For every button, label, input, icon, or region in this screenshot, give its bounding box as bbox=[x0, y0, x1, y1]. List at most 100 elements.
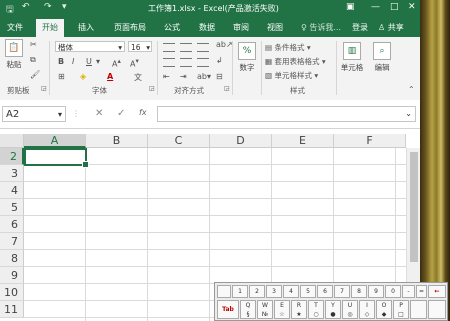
tab-file[interactable]: 文件 bbox=[7, 22, 23, 33]
column-header-c[interactable]: C bbox=[148, 134, 210, 148]
maximize-button[interactable]: □ bbox=[390, 2, 399, 12]
key-0[interactable]: 0 bbox=[385, 285, 401, 298]
align-right-icon[interactable] bbox=[197, 58, 209, 67]
format-painter-icon[interactable]: 🖌 bbox=[30, 70, 40, 79]
key-o[interactable]: O ◆ bbox=[376, 300, 392, 319]
underline-button[interactable]: U bbox=[86, 57, 92, 66]
key-i[interactable]: I ◇ bbox=[359, 300, 375, 319]
key-1[interactable]: 1 bbox=[232, 285, 248, 298]
row-header-3[interactable]: 3 bbox=[0, 165, 24, 182]
copy-icon[interactable]: ⧉ bbox=[30, 55, 36, 65]
key-4[interactable]: 4 bbox=[283, 285, 299, 298]
key-5[interactable]: 5 bbox=[300, 285, 316, 298]
clipboard-launcher-icon[interactable]: ◲ bbox=[41, 85, 47, 92]
backspace-key[interactable]: ← bbox=[428, 285, 446, 298]
column-header-d[interactable]: D bbox=[210, 134, 272, 148]
expand-formula-bar-icon[interactable]: ⌄ bbox=[405, 109, 412, 118]
align-middle-icon[interactable] bbox=[180, 43, 192, 52]
key-6[interactable]: 6 bbox=[317, 285, 333, 298]
formula-input[interactable]: ⌄ bbox=[157, 106, 416, 122]
wrap-text-icon[interactable]: ↲ bbox=[216, 56, 223, 65]
close-button[interactable]: ✕ bbox=[408, 2, 416, 12]
key-equals[interactable]: = bbox=[416, 285, 427, 298]
name-box[interactable]: A2 ▾ bbox=[2, 106, 66, 122]
login-button[interactable]: 登录 bbox=[352, 22, 368, 33]
ribbon-display-options-icon[interactable]: ▣ bbox=[346, 2, 355, 12]
row-header-11[interactable]: 11 bbox=[0, 301, 24, 318]
paste-button[interactable]: 📋 粘贴 bbox=[3, 39, 25, 70]
key-8[interactable]: 8 bbox=[351, 285, 367, 298]
tab-insert[interactable]: 插入 bbox=[78, 22, 94, 33]
tab-page-layout[interactable]: 页面布局 bbox=[114, 22, 146, 33]
row-header-4[interactable]: 4 bbox=[0, 182, 24, 199]
tab-review[interactable]: 审阅 bbox=[233, 22, 249, 33]
column-header-e[interactable]: E bbox=[272, 134, 334, 148]
key-bracket-left[interactable] bbox=[410, 300, 427, 319]
cut-icon[interactable]: ✂ bbox=[30, 40, 37, 49]
row-header-9[interactable]: 9 bbox=[0, 267, 24, 284]
key-q[interactable]: Q § bbox=[240, 300, 256, 319]
cancel-icon[interactable]: ✕ bbox=[95, 108, 103, 119]
phonetic-icon[interactable]: 文 bbox=[134, 72, 142, 83]
align-center-icon[interactable] bbox=[180, 58, 192, 67]
column-header-f[interactable]: F bbox=[334, 134, 406, 148]
row-header-8[interactable]: 8 bbox=[0, 250, 24, 267]
conditional-format-button[interactable]: ▤ 条件格式 ▾ bbox=[265, 42, 311, 53]
key-r[interactable]: R ★ bbox=[291, 300, 307, 319]
decrease-indent-icon[interactable]: ⇤ bbox=[163, 72, 170, 81]
align-top-icon[interactable] bbox=[163, 43, 175, 52]
tell-me-search[interactable]: ♀ 告诉我... bbox=[301, 22, 341, 33]
row-header-6[interactable]: 6 bbox=[0, 216, 24, 233]
insert-function-button[interactable]: fx bbox=[139, 108, 147, 117]
editing-button[interactable]: ⌕ 编辑 bbox=[370, 42, 394, 73]
key-bracket-right[interactable] bbox=[428, 300, 446, 319]
row-header-7[interactable]: 7 bbox=[0, 233, 24, 250]
tab-view[interactable]: 视图 bbox=[267, 22, 283, 33]
key-minus[interactable]: - bbox=[402, 285, 415, 298]
italic-button[interactable]: I bbox=[72, 57, 74, 66]
orientation-dropdown-icon[interactable]: ab▾ bbox=[197, 72, 211, 81]
scrollbar-thumb[interactable] bbox=[410, 152, 418, 262]
tab-formulas[interactable]: 公式 bbox=[164, 22, 180, 33]
column-header-b[interactable]: B bbox=[86, 134, 148, 148]
enter-icon[interactable]: ✓ bbox=[117, 108, 125, 119]
bold-button[interactable]: B bbox=[58, 57, 64, 66]
key-w[interactable]: W № bbox=[257, 300, 273, 319]
key-7[interactable]: 7 bbox=[334, 285, 350, 298]
save-icon[interactable]: 🖫 bbox=[6, 2, 14, 18]
increase-font-icon[interactable]: A▴ bbox=[112, 57, 121, 69]
decrease-font-icon[interactable]: A▾ bbox=[130, 57, 139, 69]
key-9[interactable]: 9 bbox=[368, 285, 384, 298]
tab-data[interactable]: 数据 bbox=[199, 22, 215, 33]
row-header-10[interactable]: 10 bbox=[0, 284, 24, 301]
cells-button[interactable]: ▥ 单元格 bbox=[338, 42, 366, 73]
font-name-select[interactable]: 楷体 ▾ bbox=[55, 41, 125, 52]
undo-icon[interactable]: ↶ bbox=[22, 2, 30, 12]
key-2[interactable]: 2 bbox=[249, 285, 265, 298]
merge-center-icon[interactable]: ⊟ bbox=[216, 72, 223, 81]
font-color-icon[interactable]: A bbox=[107, 72, 113, 81]
alignment-launcher-icon[interactable]: ◲ bbox=[224, 85, 230, 92]
customize-quick-access-icon[interactable]: ▾ bbox=[62, 2, 67, 12]
share-button[interactable]: ♙ 共享 bbox=[378, 22, 404, 33]
font-launcher-icon[interactable]: ◲ bbox=[149, 85, 155, 92]
key-p[interactable]: P □ bbox=[393, 300, 409, 319]
orientation-icon[interactable]: ab↗ bbox=[216, 40, 233, 49]
key-3[interactable]: 3 bbox=[266, 285, 282, 298]
select-all-corner[interactable] bbox=[0, 134, 24, 148]
number-format-button[interactable]: % 数字 bbox=[235, 42, 259, 73]
tab-home[interactable]: 开始 bbox=[36, 19, 64, 37]
row-header-2[interactable]: 2 bbox=[0, 148, 24, 165]
align-bottom-icon[interactable] bbox=[197, 43, 209, 52]
redo-icon[interactable]: ↷ bbox=[44, 2, 52, 12]
align-left-icon[interactable] bbox=[163, 58, 175, 67]
key-u[interactable]: U ◎ bbox=[342, 300, 358, 319]
active-cell-a2[interactable] bbox=[24, 148, 89, 168]
key-grave[interactable] bbox=[217, 285, 231, 298]
key-y[interactable]: Y ● bbox=[325, 300, 341, 319]
fill-color-icon[interactable]: ◈ bbox=[80, 72, 86, 81]
format-as-table-button[interactable]: ▦ 套用表格格式 ▾ bbox=[265, 56, 326, 67]
minimize-button[interactable]: — bbox=[371, 2, 380, 12]
key-e[interactable]: E ☆ bbox=[274, 300, 290, 319]
underline-dropdown-icon[interactable]: ▾ bbox=[96, 57, 100, 66]
